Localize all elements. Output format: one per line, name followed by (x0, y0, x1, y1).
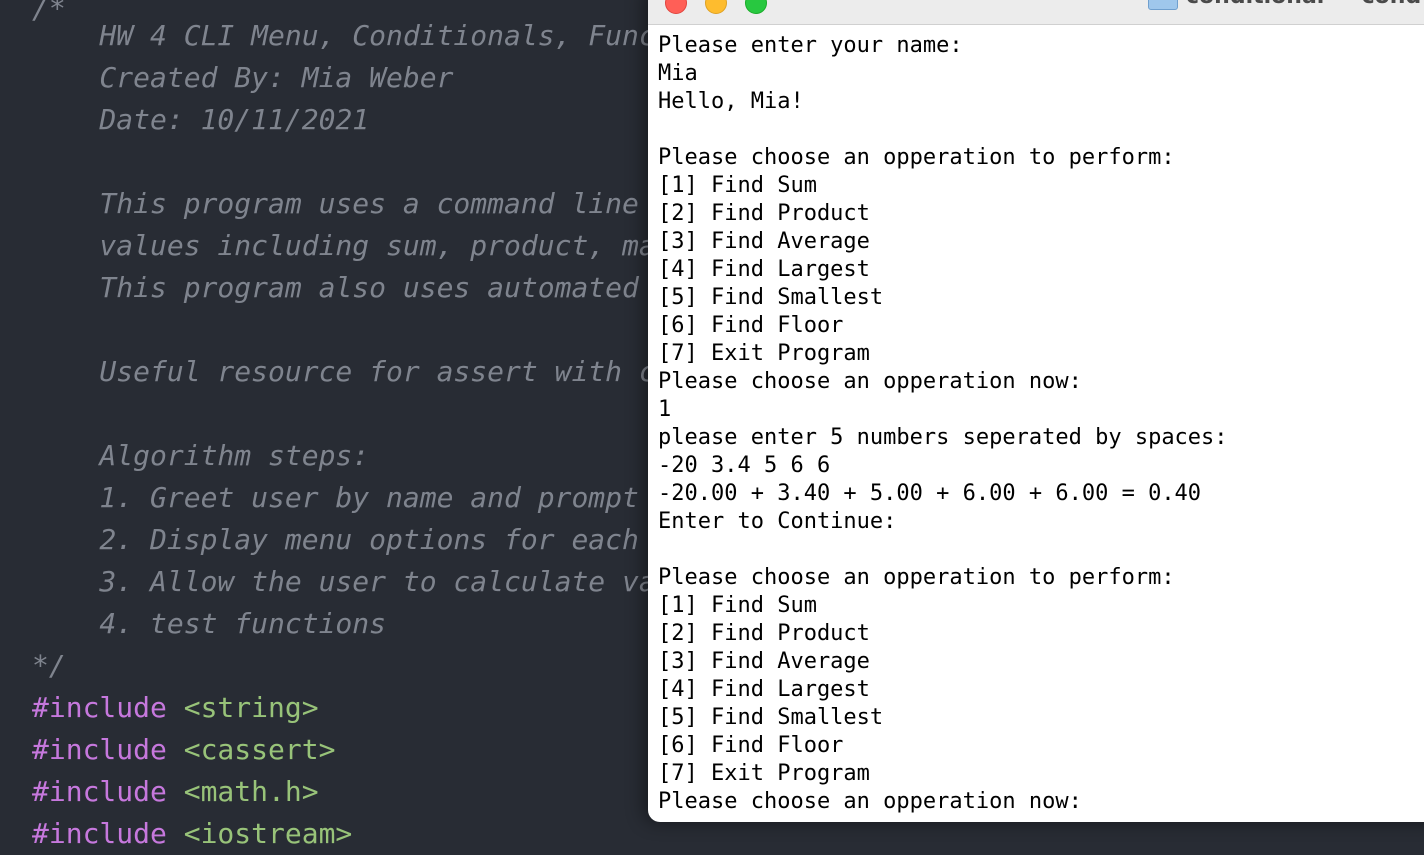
minimize-button[interactable] (705, 0, 727, 14)
terminal-output[interactable]: Please enter your name: Mia Hello, Mia! Ple… (658, 32, 1424, 816)
terminal-line: [2] Find Product (658, 201, 870, 226)
code-string: <math.h> (183, 775, 319, 808)
code-line: values including sum, product, max (32, 225, 673, 267)
window-title: conditional — cond (1186, 0, 1421, 9)
code-keyword: #include (32, 775, 167, 808)
terminal-line: Please choose an opperation to perform: (658, 145, 1175, 170)
code-comment: 1. Greet user by name and prompt (32, 481, 639, 514)
code-line: 2. Display menu options for each (32, 519, 639, 561)
code-line: */ (32, 645, 66, 687)
terminal-line: Hello, Mia! (658, 89, 804, 114)
terminal-line: Please choose an opperation now: (658, 789, 1082, 814)
code-line: Algorithm steps: (32, 435, 369, 477)
terminal-line: [1] Find Sum (658, 593, 817, 618)
terminal-line: Mia (658, 61, 698, 86)
terminal-line: [7] Exit Program (658, 761, 870, 786)
code-line: This program uses a command line menu (32, 183, 723, 225)
terminal-line: [4] Find Largest (658, 257, 870, 282)
code-keyword: #include (32, 691, 167, 724)
terminal-line: Please enter your name: (658, 33, 963, 58)
terminal-line: [1] Find Sum (658, 173, 817, 198)
code-keyword: #include (32, 817, 167, 850)
terminal-line: [6] Find Floor (658, 733, 844, 758)
code-line: 4. test functions (32, 603, 386, 645)
code-line: #include <math.h> (32, 771, 319, 813)
terminal-line: [2] Find Product (658, 621, 870, 646)
code-line: 1. Greet user by name and prompt (32, 477, 639, 519)
code-string: <string> (183, 691, 319, 724)
code-comment: This program also uses automated tests (32, 271, 741, 304)
code-line: Created By: Mia Weber (32, 57, 453, 99)
code-line: Date: 10/11/2021 (32, 99, 369, 141)
terminal-line: [6] Find Floor (658, 313, 844, 338)
code-comment: Algorithm steps: (32, 439, 370, 472)
code-comment: This program uses a command line menu (32, 187, 724, 220)
terminal-window[interactable]: conditional — cond Please enter your nam… (648, 0, 1424, 822)
terminal-line: Please choose an opperation to perform: (658, 565, 1175, 590)
code-comment: 3. Allow the user to calculate va (32, 565, 656, 598)
terminal-line: 1 (658, 397, 672, 422)
code-comment: values including sum, product, max (32, 229, 673, 262)
code-line: 3. Allow the user to calculate va (32, 561, 656, 603)
code-comment: 4. test functions (32, 607, 387, 640)
terminal-line: [5] Find Smallest (658, 285, 884, 310)
terminal-line: [3] Find Average (658, 229, 870, 254)
terminal-line: [3] Find Average (658, 649, 870, 674)
folder-icon (1148, 0, 1178, 10)
code-comment: 2. Display menu options for each (32, 523, 639, 556)
terminal-line: [5] Find Smallest (658, 705, 884, 730)
code-line: #include <cassert> (32, 729, 335, 771)
maximize-button[interactable] (745, 0, 767, 14)
terminal-line: -20.00 + 3.40 + 5.00 + 6.00 + 6.00 = 0.4… (658, 481, 1202, 506)
terminal-line: Enter to Continue: (658, 509, 897, 534)
code-line: HW 4 CLI Menu, Conditionals, Functions (32, 15, 740, 57)
code-keyword: #include (32, 733, 167, 766)
terminal-line: please enter 5 numbers seperated by spac… (658, 425, 1228, 450)
code-comment: */ (32, 649, 66, 682)
title-bar[interactable]: conditional — cond (648, 0, 1424, 25)
code-string: <cassert> (183, 733, 336, 766)
code-comment: Date: 10/11/2021 (32, 103, 370, 136)
terminal-line: -20 3.4 5 6 6 (658, 453, 831, 478)
terminal-line: [7] Exit Program (658, 341, 870, 366)
terminal-line: [4] Find Largest (658, 677, 870, 702)
code-line: Useful resource for assert with c (32, 351, 656, 393)
code-string: <iostream> (183, 817, 353, 850)
terminal-line: Please choose an opperation now: (658, 369, 1082, 394)
code-comment: HW 4 CLI Menu, Conditionals, Functions (32, 19, 741, 52)
code-line: #include <iostream> (32, 813, 352, 855)
code-comment: Useful resource for assert with c (32, 355, 656, 388)
code-line: This program also uses automated tests (32, 267, 740, 309)
code-comment: Created By: Mia Weber (32, 61, 454, 94)
code-line: #include <string> (32, 687, 319, 729)
close-button[interactable] (665, 0, 687, 14)
